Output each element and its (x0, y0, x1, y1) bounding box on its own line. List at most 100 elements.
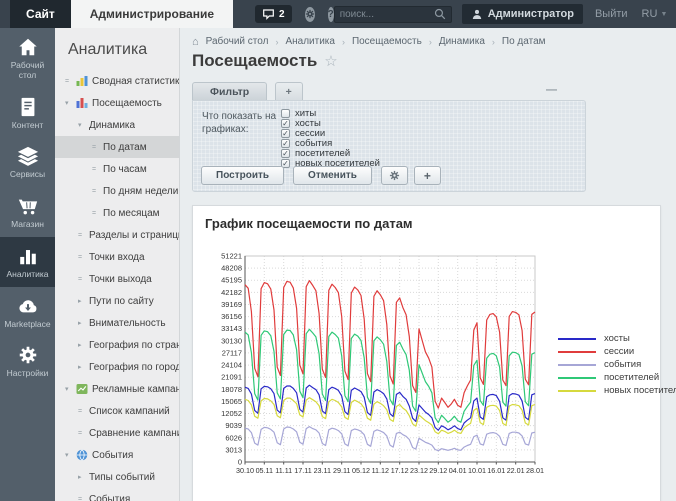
menu-item-17[interactable]: ▾События (55, 444, 179, 466)
menu-item-label: Типы событий (89, 472, 155, 483)
menu-item-label: Сводная статистика (92, 76, 179, 87)
filter-option-1[interactable]: ✓хосты (281, 118, 380, 128)
menu-item-18[interactable]: ▸Типы событий (55, 466, 179, 488)
rail-item-cart[interactable]: Магазин (0, 187, 55, 237)
filter-tab[interactable]: Фильтр (192, 82, 267, 100)
collapse-filter-button[interactable]: — (546, 84, 557, 96)
search-input[interactable] (340, 9, 434, 20)
checkbox-icon (281, 109, 290, 118)
menu-item-label: Сравнение кампаний (89, 428, 179, 439)
bullet-icon: = (78, 430, 89, 437)
language-code: RU (642, 8, 658, 20)
rail-item-label: Настройки (1, 369, 54, 379)
menu-item-12[interactable]: ▸География по странам (55, 334, 179, 356)
menu-item-11[interactable]: ▸Внимательность (55, 312, 179, 334)
menu-item-2[interactable]: ▾Динамика (55, 114, 179, 136)
filter-settings-button[interactable] (381, 166, 408, 185)
svg-text:28.01: 28.01 (526, 466, 544, 475)
menu-item-6[interactable]: =По месяцам (55, 202, 179, 224)
menu-item-8[interactable]: =Точки входа (55, 246, 179, 268)
svg-text:04.01: 04.01 (449, 466, 467, 475)
settings-button[interactable] (305, 7, 315, 22)
svg-text:3013: 3013 (225, 445, 242, 454)
menu-item-label: По месяцам (103, 208, 160, 219)
menu-item-15[interactable]: =Список кампаний (55, 400, 179, 422)
bar-chart-icon (1, 245, 54, 267)
rail-item-label: Сервисы (1, 170, 54, 180)
svg-text:27117: 27117 (222, 348, 242, 357)
legend-color-line (558, 351, 596, 353)
breadcrumb-item-2[interactable]: Посещаемость (352, 36, 422, 47)
help-button[interactable]: ? (328, 7, 334, 22)
site-tab[interactable]: Сайт (10, 0, 71, 28)
menu-item-1[interactable]: ▾Посещаемость (55, 92, 179, 114)
sidebar-title: Аналитика (68, 41, 179, 59)
breadcrumb-item-3[interactable]: Динамика (439, 36, 485, 47)
filter-add-button[interactable]: + (414, 166, 441, 185)
menu-item-9[interactable]: =Точки выхода (55, 268, 179, 290)
rail-item-document[interactable]: Контент (0, 88, 55, 138)
page-title-row: Посещаемость ☆ (192, 51, 338, 71)
svg-text:11.11: 11.11 (275, 466, 292, 475)
user-button[interactable]: Администратор (462, 4, 583, 24)
filter-option-2[interactable]: ✓сессии (281, 128, 380, 138)
menu-item-3[interactable]: =По датам (55, 136, 179, 158)
legend-color-line (558, 390, 596, 392)
svg-text:18078: 18078 (221, 385, 242, 394)
menu-item-4[interactable]: =По часам (55, 158, 179, 180)
rail-item-gear[interactable]: Настройки (0, 336, 55, 386)
rail-item-label: Рабочий стол (1, 61, 54, 81)
sidebar-menu: =Сводная статистика▾Посещаемость▾Динамик… (55, 70, 179, 501)
admin-tab[interactable]: Администрирование (71, 0, 233, 28)
favorite-star-icon[interactable]: ☆ (324, 52, 337, 70)
build-button[interactable]: Построить (201, 166, 284, 185)
user-icon (471, 8, 483, 21)
add-filter-tab[interactable]: + (275, 82, 303, 100)
chart-panel: График посещаемости по датам 03013602690… (192, 205, 661, 501)
rail-item-home[interactable]: Рабочий стол (0, 28, 55, 88)
filter-option-4[interactable]: ✓посетителей (281, 148, 380, 158)
menu-item-13[interactable]: ▸География по городам (55, 356, 179, 378)
breadcrumb-separator: › (429, 37, 432, 47)
svg-text:45195: 45195 (221, 276, 242, 285)
menu-item-label: Внимательность (89, 318, 166, 329)
legend-item-2: события (558, 358, 676, 371)
svg-text:29.11: 29.11 (333, 466, 350, 475)
menu-item-5[interactable]: =По дням недели (55, 180, 179, 202)
breadcrumb-item-1[interactable]: Аналитика (285, 36, 335, 47)
menu-item-16[interactable]: =Сравнение кампаний (55, 422, 179, 444)
bullet-icon: = (78, 408, 89, 415)
menu-item-7[interactable]: =Разделы и страницы (55, 224, 179, 246)
filter-buttons-row: Построить Отменить + (201, 166, 577, 185)
rail-item-cloud[interactable]: Marketplace (0, 287, 55, 337)
notifications-button[interactable]: 2 (255, 5, 292, 23)
breadcrumb-item-4[interactable]: По датам (502, 36, 546, 47)
expand-arrow-icon: ▸ (78, 297, 89, 305)
cancel-button[interactable]: Отменить (293, 166, 372, 185)
gear-icon (389, 170, 400, 181)
logout-link[interactable]: Выйти (595, 8, 628, 20)
filter-tabs-row: Фильтр + — (192, 82, 587, 100)
cloud-icon (1, 295, 54, 317)
legend-label: сессии (604, 346, 634, 357)
menu-item-19[interactable]: =События (55, 488, 179, 501)
rail-item-bar-chart[interactable]: Аналитика (0, 237, 55, 287)
home-icon[interactable]: ⌂ (192, 37, 199, 47)
legend-item-1: сессии (558, 345, 676, 358)
search-icon[interactable] (434, 8, 446, 20)
menu-item-10[interactable]: ▸Пути по сайту (55, 290, 179, 312)
menu-item-label: География по странам (89, 340, 179, 351)
menu-item-0[interactable]: =Сводная статистика (55, 70, 179, 92)
bullet-icon: = (92, 188, 103, 195)
chart-legend: хостысессиисобытияпосетителейновых посет… (558, 332, 676, 397)
breadcrumb-item-0[interactable]: Рабочий стол (206, 36, 269, 47)
filter-group-label: Что показать на графиках: (202, 110, 282, 136)
menu-item-14[interactable]: ▾Рекламные кампании (55, 378, 179, 400)
filter-option-3[interactable]: ✓события (281, 138, 380, 148)
rail-item-layers[interactable]: Сервисы (0, 137, 55, 187)
svg-text:23.11: 23.11 (314, 466, 331, 475)
gear-icon (1, 344, 54, 366)
svg-text:17.12: 17.12 (391, 466, 409, 475)
filter-option-0[interactable]: хиты (281, 108, 380, 118)
language-selector[interactable]: RU ▼ (642, 8, 668, 20)
